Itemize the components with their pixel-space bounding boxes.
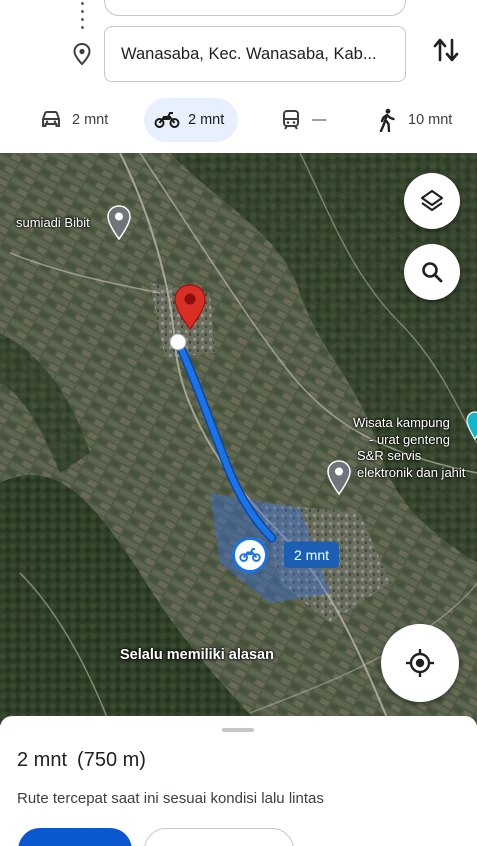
walk-icon [374, 108, 400, 132]
mode-car-label: 2 mnt [72, 112, 109, 128]
start-button[interactable] [18, 828, 132, 846]
travel-modes: 2 mnt 2 mnt — 10 mnt [0, 98, 477, 146]
destination-pin-icon [73, 42, 91, 66]
map-view[interactable]: sumiadi Bibit Wisata kampung - urat gent… [0, 153, 477, 725]
crosshair-icon [406, 649, 434, 677]
route-summary-sheet[interactable]: 2 mnt (750 m) Rute tercepat saat ini sesu… [0, 716, 477, 846]
mode-transit-label: — [312, 112, 327, 128]
video-caption: Selalu memiliki alasan [120, 647, 274, 663]
place-label-sumiadi[interactable]: sumiadi Bibit [16, 215, 90, 231]
route-duration-label: 2 mnt [284, 542, 340, 568]
car-icon [38, 109, 64, 131]
swap-button[interactable] [428, 32, 464, 68]
place-label-servis-line2[interactable]: elektronik dan jahit [357, 465, 465, 481]
place-marker-icon[interactable] [106, 205, 132, 241]
destination-text: Wanasaba, Kec. Wanasaba, Kab... [121, 44, 377, 63]
motorcycle-icon [154, 109, 180, 131]
search-along-route-button[interactable] [404, 244, 460, 300]
route-dots-icon [78, 2, 86, 32]
wisata-marker-icon[interactable] [466, 411, 477, 441]
mode-motorcycle-label: 2 mnt [188, 112, 225, 128]
place-label-wisata-line2[interactable]: - urat genteng [369, 432, 450, 448]
route-distance: (750 m) [77, 749, 146, 771]
place-label-wisata-line1[interactable]: Wisata kampung [353, 415, 450, 431]
secondary-action-button[interactable] [144, 828, 294, 846]
place-label-servis-line1[interactable]: S&R servis [357, 448, 421, 464]
sheet-drag-handle[interactable] [222, 728, 254, 732]
servis-marker-icon[interactable] [326, 460, 352, 496]
transit-icon [278, 109, 304, 131]
mode-walk[interactable]: 10 mnt [374, 98, 452, 142]
mode-walk-label: 10 mnt [408, 112, 453, 128]
destination-field[interactable]: Wanasaba, Kec. Wanasaba, Kab... [104, 26, 406, 82]
route-summary: 2 mnt (750 m) [17, 749, 146, 772]
mode-transit[interactable]: — [278, 98, 327, 142]
route-motorcycle-icon [232, 537, 268, 573]
route-description: Rute tercepat saat ini sesuai kondisi la… [17, 790, 324, 807]
route-duration: 2 mnt [17, 749, 68, 771]
route-duration-badge[interactable]: 2 mnt [232, 537, 340, 573]
recenter-button[interactable] [381, 624, 459, 702]
swap-icon [433, 38, 459, 62]
mode-motorcycle[interactable]: 2 mnt [144, 98, 239, 142]
origin-field[interactable] [104, 0, 406, 16]
directions-panel: Wanasaba, Kec. Wanasaba, Kab... 2 mnt 2 … [0, 0, 477, 153]
mode-car[interactable]: 2 mnt [38, 98, 108, 142]
layers-icon [420, 189, 444, 212]
layers-button[interactable] [404, 173, 460, 229]
destination-marker-icon[interactable] [172, 283, 208, 331]
search-icon [422, 262, 443, 283]
